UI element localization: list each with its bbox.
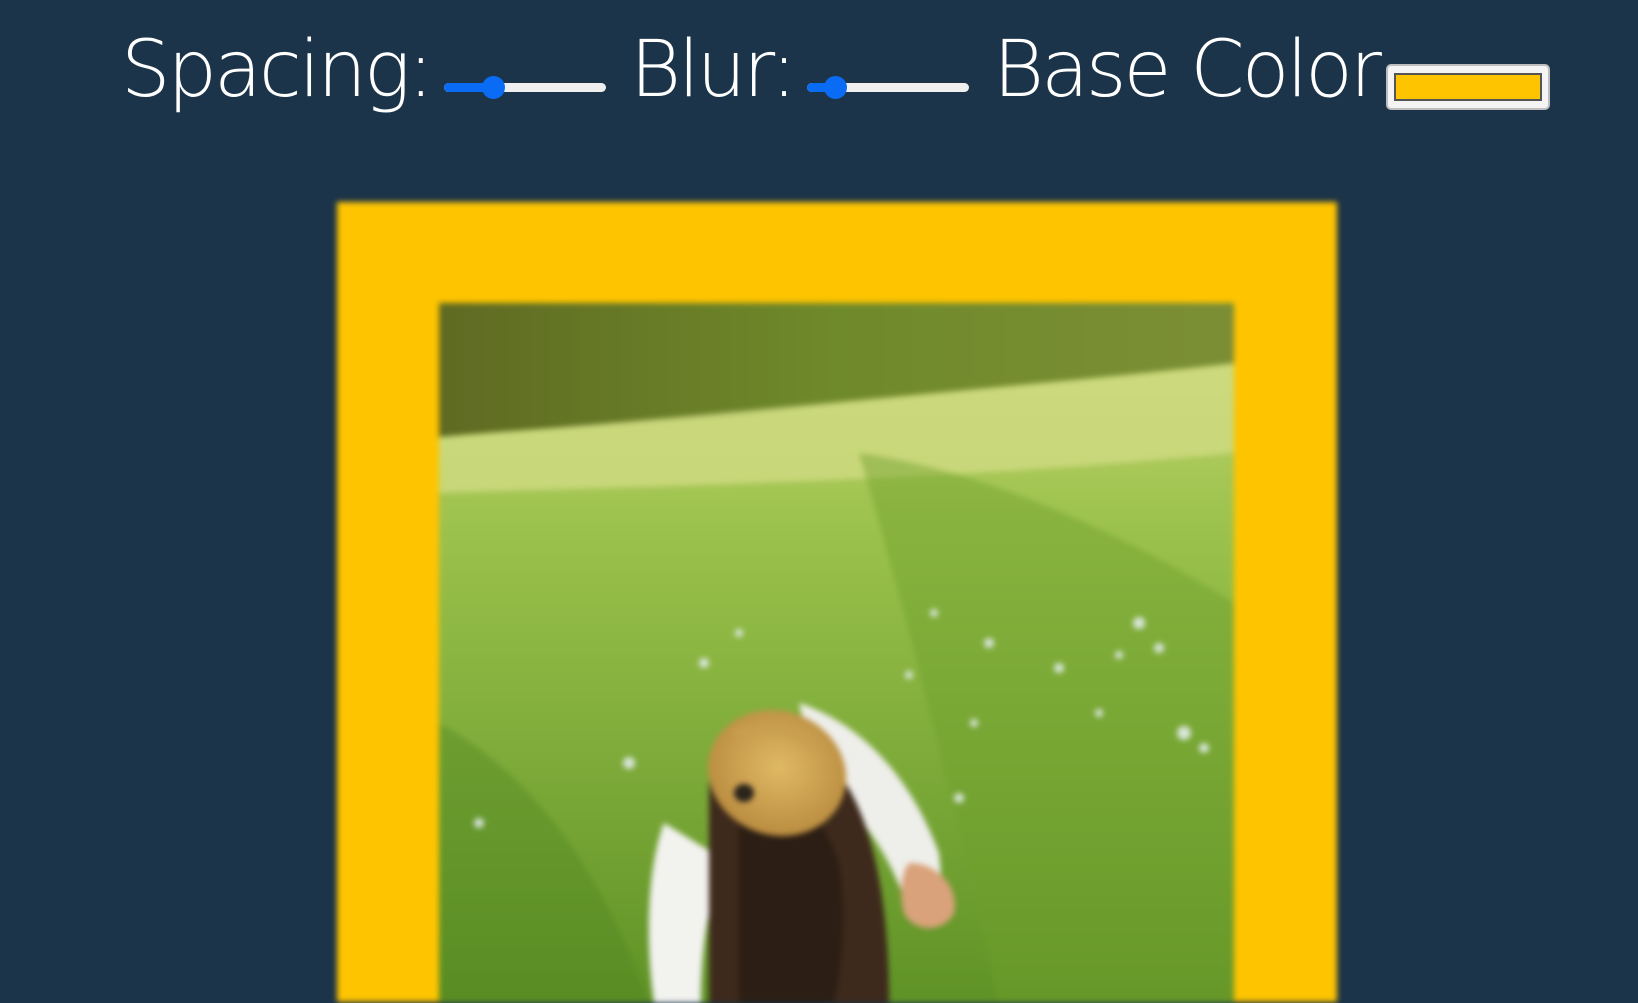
photo-grass-field-icon	[439, 303, 1234, 1003]
spacing-slider-thumb[interactable]	[482, 76, 505, 99]
blur-label: Blur:	[630, 25, 797, 115]
base-color-picker[interactable]	[1386, 64, 1550, 110]
base-color-swatch	[1394, 73, 1542, 101]
photo-frame	[337, 202, 1337, 1003]
controls-bar: Spacing: Blur: Base Color	[0, 0, 1638, 150]
spacing-slider[interactable]	[444, 76, 606, 99]
base-color-label: Base Color	[993, 25, 1382, 115]
framed-photo	[439, 303, 1234, 1003]
spacing-label: Spacing:	[121, 25, 434, 115]
blur-slider[interactable]	[807, 76, 969, 99]
blur-slider-thumb[interactable]	[824, 76, 847, 99]
